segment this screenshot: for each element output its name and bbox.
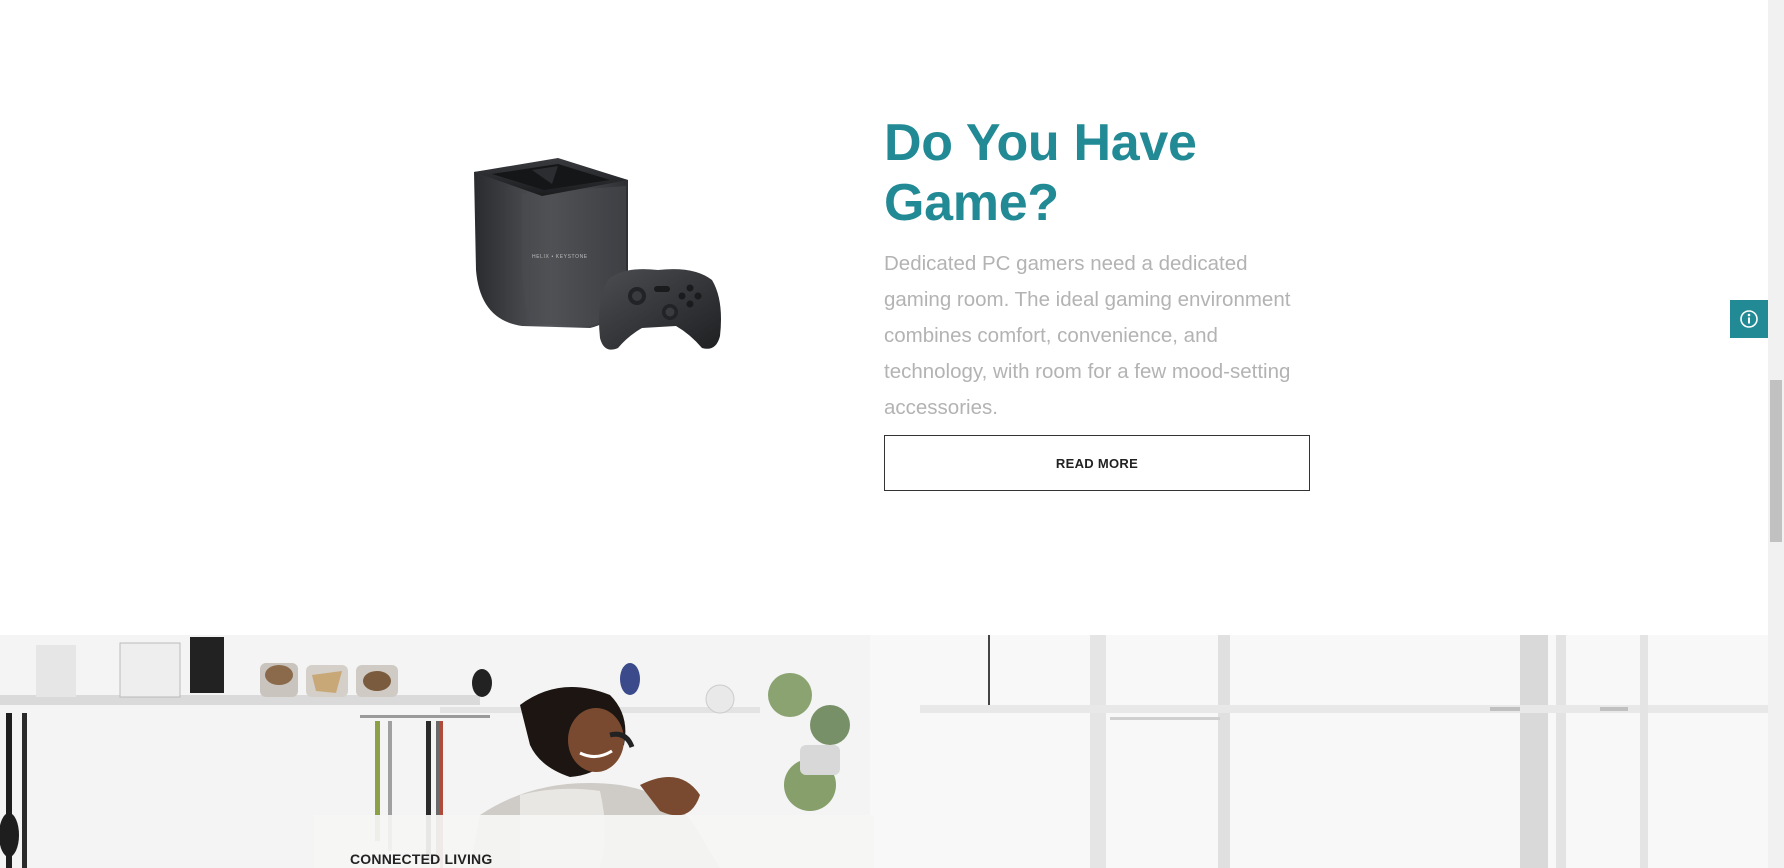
connected-living-hero: CONNECTED LIVING [0, 635, 1768, 868]
hero-card: CONNECTED LIVING [314, 815, 874, 868]
page: HELIX • KEYSTONE Do You Have Game? Dedic… [0, 0, 1784, 868]
hero-card-label: CONNECTED LIVING [350, 851, 493, 867]
console-brand-text: HELIX • KEYSTONE [532, 254, 588, 260]
info-icon [1740, 310, 1758, 328]
hero-photo [0, 635, 1768, 868]
scrollbar-thumb[interactable] [1770, 380, 1782, 542]
feature-description: Dedicated PC gamers need a dedicated gam… [884, 252, 1291, 419]
feature-content: Do You Have Game? Dedicated PC gamers ne… [884, 113, 1314, 426]
info-button[interactable] [1730, 300, 1768, 338]
read-more-button[interactable]: READ MORE [884, 435, 1310, 491]
feature-title: Do You Have Game? [884, 114, 1197, 232]
game-console-image: HELIX • KEYSTONE [462, 150, 762, 382]
